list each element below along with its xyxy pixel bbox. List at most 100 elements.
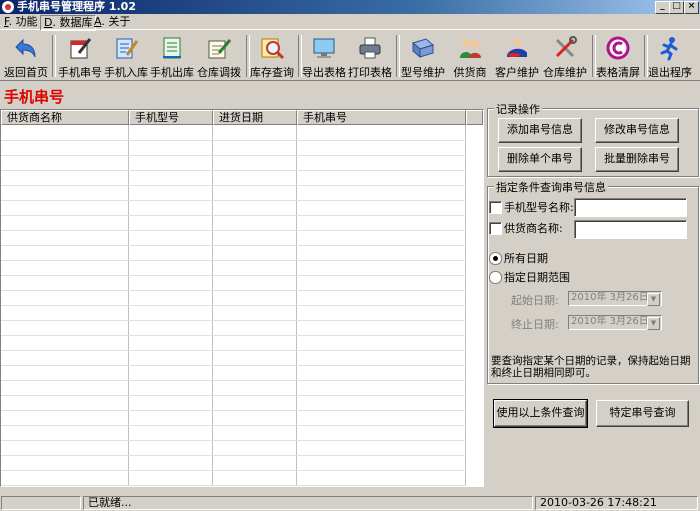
model-name-input[interactable]	[574, 198, 687, 217]
table-row[interactable]	[1, 335, 466, 336]
all-dates-radio[interactable]	[489, 252, 502, 265]
column-model[interactable]: 手机型号	[129, 110, 213, 125]
user-shoe-icon	[507, 38, 527, 57]
table-row[interactable]	[1, 470, 466, 471]
printer-icon	[359, 37, 381, 59]
running-man-icon	[660, 37, 678, 61]
dropdown-arrow-icon[interactable]: ▼	[647, 317, 660, 330]
warehouse-transfer-button[interactable]: 仓库调拨	[196, 33, 242, 79]
inventory-query-button[interactable]: 库存查询	[250, 33, 294, 79]
table-row[interactable]	[1, 185, 466, 186]
copyright-icon	[606, 36, 630, 60]
title-bar[interactable]: 手机串号管理程序 1.02 _ □ ×	[0, 0, 700, 14]
table-row[interactable]	[1, 200, 466, 201]
column-spacer	[466, 110, 483, 125]
query-conditions-button[interactable]: 使用以上条件查询	[493, 399, 588, 428]
model-checkbox[interactable]	[489, 201, 502, 214]
status-bar: 已就绪... 2010-03-26 17:48:21	[0, 494, 700, 511]
notepad-pencil-icon	[208, 39, 232, 59]
table-row[interactable]	[1, 140, 466, 141]
table-row[interactable]	[1, 215, 466, 216]
status-datetime: 2010-03-26 17:48:21	[535, 496, 698, 510]
start-date-label: 起始日期:	[511, 294, 559, 307]
table-row[interactable]	[1, 260, 466, 261]
table-row[interactable]	[1, 350, 466, 351]
add-serial-button[interactable]: 添加串号信息	[498, 118, 582, 143]
query-group-title: 指定条件查询串号信息	[494, 179, 608, 195]
table-header: 供货商名称 手机型号 进货日期 手机串号	[1, 110, 483, 125]
phone-book-icon	[411, 38, 435, 59]
date-range-label: 指定日期范围	[504, 271, 570, 284]
table-row[interactable]	[1, 275, 466, 276]
delete-serial-button[interactable]: 删除单个串号	[498, 147, 582, 172]
table-row[interactable]	[1, 395, 466, 396]
window-title: 手机串号管理程序 1.02	[17, 0, 136, 13]
clear-table-button[interactable]: 表格清屏	[596, 33, 640, 79]
column-date[interactable]: 进货日期	[213, 110, 297, 125]
print-table-button[interactable]: 打印表格	[348, 33, 392, 79]
table-row[interactable]	[1, 440, 466, 441]
table-row[interactable]	[1, 425, 466, 426]
export-table-button[interactable]: 导出表格	[302, 33, 346, 79]
serial-table[interactable]: 供货商名称 手机型号 进货日期 手机串号	[0, 109, 484, 487]
wrench-tools-icon	[555, 36, 577, 58]
dropdown-arrow-icon[interactable]: ▼	[647, 293, 660, 306]
close-button[interactable]: ×	[684, 1, 699, 14]
maximize-button[interactable]: □	[669, 1, 684, 14]
app-icon	[2, 1, 14, 13]
table-row[interactable]	[1, 305, 466, 306]
query-group: 指定条件查询串号信息 手机型号名称: 供货商名称: 所有日期 指定日期范围 起始…	[487, 179, 699, 384]
form-pen-icon	[116, 38, 139, 59]
status-message: 已就绪...	[83, 496, 533, 510]
table-row[interactable]	[1, 410, 466, 411]
menu-bar: F. 功能 D. 数据库 A. 关于	[0, 14, 700, 31]
warehouse-maintain-button[interactable]: 仓库维护	[542, 33, 588, 79]
model-maintain-button[interactable]: 型号维护	[400, 33, 446, 79]
edit-serial-button[interactable]: 修改串号信息	[595, 118, 679, 143]
stock-in-button[interactable]: 手机入库	[104, 33, 148, 79]
table-row[interactable]	[1, 170, 466, 171]
table-row[interactable]	[1, 245, 466, 246]
supplier-checkbox[interactable]	[489, 222, 502, 235]
table-row[interactable]	[1, 290, 466, 291]
table-row[interactable]	[1, 365, 466, 366]
table-row[interactable]	[1, 455, 466, 456]
table-row[interactable]	[1, 320, 466, 321]
document-list-icon	[163, 37, 181, 59]
minimize-button[interactable]: _	[655, 1, 670, 14]
magnifier-icon	[261, 38, 285, 60]
page-title: 手机串号	[4, 88, 65, 106]
menu-function[interactable]: F. 功能	[1, 15, 41, 29]
stock-out-button[interactable]: 手机出库	[150, 33, 194, 79]
batch-delete-button[interactable]: 批量删除串号	[595, 147, 679, 172]
model-label: 手机型号名称:	[504, 201, 574, 214]
column-supplier[interactable]: 供货商名称	[1, 110, 129, 125]
table-row[interactable]	[1, 380, 466, 381]
exit-button[interactable]: 退出程序	[648, 33, 692, 79]
table-row[interactable]	[1, 485, 466, 486]
table-row[interactable]	[1, 230, 466, 231]
records-group: 记录操作 添加串号信息 修改串号信息 删除单个串号 批量删除串号	[487, 101, 699, 177]
monitor-icon	[313, 38, 335, 58]
notebook-pen-icon	[70, 38, 92, 59]
supplier-name-input[interactable]	[574, 220, 687, 239]
supplier-button[interactable]: 供货商	[448, 33, 492, 79]
records-group-title: 记录操作	[494, 101, 542, 117]
menu-about[interactable]: A. 关于	[91, 15, 133, 29]
all-dates-label: 所有日期	[504, 252, 548, 265]
menu-database[interactable]: D. 数据库	[40, 15, 97, 31]
supplier-label: 供货商名称:	[504, 222, 563, 235]
customer-maintain-button[interactable]: 客户维护	[494, 33, 540, 79]
query-hint: 要查询指定某个日期的记录，保持起始日期和终止日期相同即可。	[491, 355, 691, 379]
end-date-picker[interactable]: 2010年 3月26日 ▼	[568, 315, 662, 330]
toolbar: 返回首页 手机串号 手机入库 手机出库 仓库调拨 库存查询 导出表格 打印表格 …	[0, 31, 700, 81]
serial-number-button[interactable]: 手机串号	[58, 33, 102, 79]
start-date-picker[interactable]: 2010年 3月26日 ▼	[568, 291, 662, 306]
table-row[interactable]	[1, 155, 466, 156]
back-home-button[interactable]: 返回首页	[4, 33, 48, 79]
column-serial[interactable]: 手机串号	[297, 110, 466, 125]
date-range-radio[interactable]	[489, 271, 502, 284]
people-icon	[460, 39, 481, 58]
query-serial-button[interactable]: 特定串号查询	[596, 400, 689, 427]
back-arrow-icon	[15, 38, 36, 58]
